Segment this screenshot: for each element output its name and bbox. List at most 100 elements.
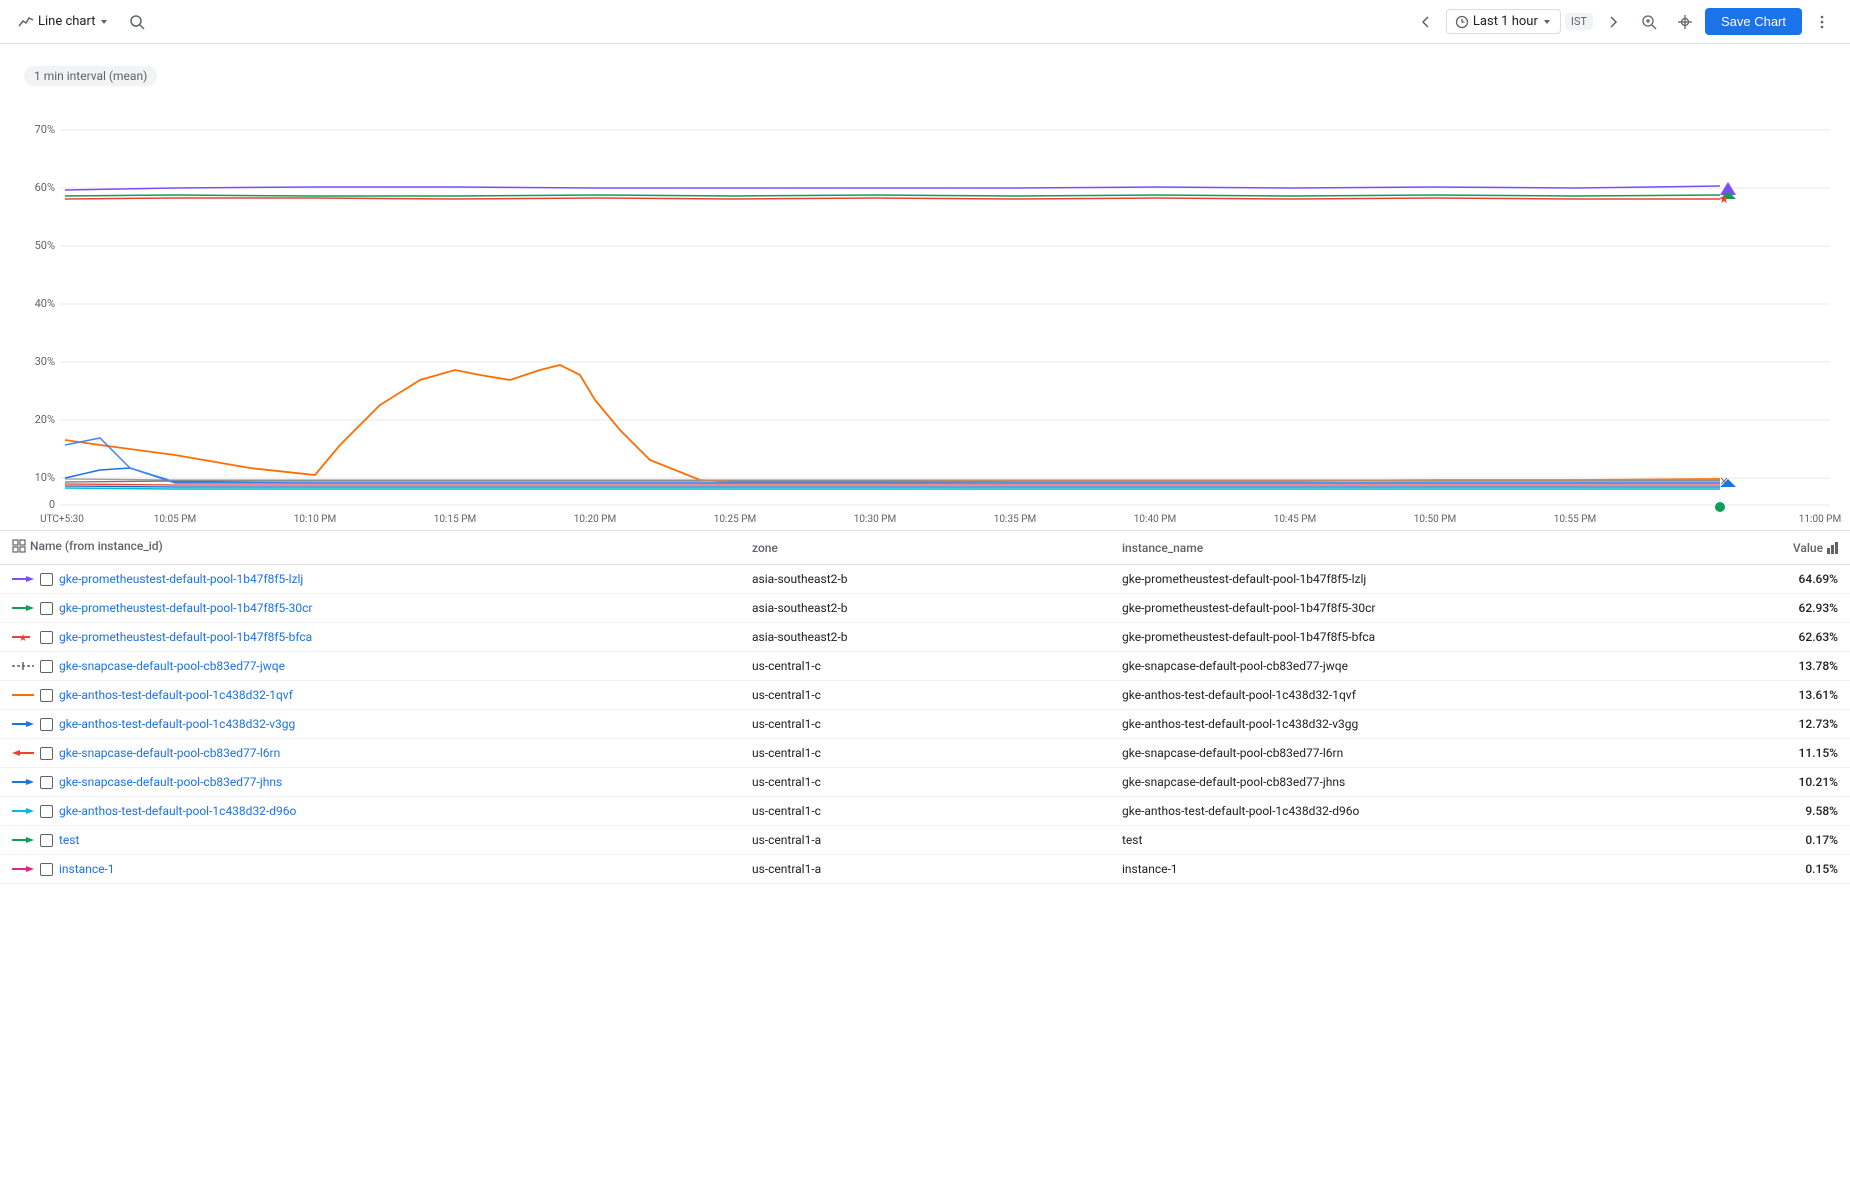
table-row: gke-prometheustest-default-pool-1b47f8f5… xyxy=(0,594,1850,623)
col-header-instance[interactable]: instance_name xyxy=(1110,531,1665,565)
value-bars-icon xyxy=(1827,542,1838,554)
col-header-value[interactable]: Value xyxy=(1665,531,1850,565)
table-row: instance-1 us-central1-a instance-1 0.15… xyxy=(0,855,1850,884)
cell-zone-2: asia-southeast2-b xyxy=(740,623,1110,652)
time-range-label: Last 1 hour xyxy=(1473,14,1538,29)
row-checkbox-9[interactable] xyxy=(40,834,53,847)
cell-name: gke-snapcase-default-pool-cb83ed77-jhns xyxy=(0,768,740,797)
cell-value-8: 9.58% xyxy=(1665,797,1850,826)
row-name-1: gke-prometheustest-default-pool-1b47f8f5… xyxy=(59,601,312,615)
svg-text:★: ★ xyxy=(1719,192,1730,206)
cell-value-4: 13.61% xyxy=(1665,681,1850,710)
chart-type-label: Line chart xyxy=(38,14,95,29)
zoom-icon xyxy=(1641,14,1657,30)
svg-text:★: ★ xyxy=(19,633,28,642)
table-row: gke-anthos-test-default-pool-1c438d32-v3… xyxy=(0,710,1850,739)
table-icon xyxy=(12,539,26,553)
cell-name: gke-snapcase-default-pool-cb83ed77-l6rn xyxy=(0,739,740,768)
col-header-zone[interactable]: zone xyxy=(740,531,1110,565)
toolbar-right: Last 1 hour IST Save Chart xyxy=(1410,6,1838,38)
row-checkbox-8[interactable] xyxy=(40,805,53,818)
row-name-7: gke-snapcase-default-pool-cb83ed77-jhns xyxy=(59,775,282,789)
search-button[interactable] xyxy=(123,8,151,36)
chevron-down-icon xyxy=(99,17,109,27)
prev-button[interactable] xyxy=(1410,6,1442,38)
row-name-10: instance-1 xyxy=(59,862,115,876)
more-options-button[interactable] xyxy=(1806,6,1838,38)
row-name-3: gke-snapcase-default-pool-cb83ed77-jwqe xyxy=(59,659,285,673)
cell-value-7: 10.21% xyxy=(1665,768,1850,797)
svg-text:0: 0 xyxy=(49,498,55,511)
next-button[interactable] xyxy=(1597,6,1629,38)
table-row: test us-central1-a test 0.17% xyxy=(0,826,1850,855)
legend-line-10 xyxy=(12,864,34,874)
table-row: gke-snapcase-default-pool-cb83ed77-l6rn … xyxy=(0,739,1850,768)
svg-text:10%: 10% xyxy=(35,471,55,484)
cell-zone-9: us-central1-a xyxy=(740,826,1110,855)
svg-text:10:25 PM: 10:25 PM xyxy=(714,514,756,525)
table-row: ★ gke-prometheustest-default-pool-1b47f8… xyxy=(0,623,1850,652)
crosshair-icon xyxy=(1677,14,1693,30)
cell-instance-8: gke-anthos-test-default-pool-1c438d32-d9… xyxy=(1110,797,1665,826)
more-vert-icon xyxy=(1814,14,1830,30)
legend-line-3 xyxy=(12,661,34,671)
legend-line-8 xyxy=(12,806,34,816)
row-checkbox-1[interactable] xyxy=(40,602,53,615)
cell-zone-10: us-central1-a xyxy=(740,855,1110,884)
cell-name: test xyxy=(0,826,740,855)
cell-name: gke-anthos-test-default-pool-1c438d32-v3… xyxy=(0,710,740,739)
col-instance-label: instance_name xyxy=(1122,541,1203,555)
cell-name: gke-anthos-test-default-pool-1c438d32-d9… xyxy=(0,797,740,826)
svg-text:10:40 PM: 10:40 PM xyxy=(1134,514,1176,525)
svg-text:10:50 PM: 10:50 PM xyxy=(1414,514,1456,525)
svg-text:UTC+5:30: UTC+5:30 xyxy=(40,514,84,525)
cell-name: gke-prometheustest-default-pool-1b47f8f5… xyxy=(0,565,740,594)
cell-name: instance-1 xyxy=(0,855,740,884)
legend-line-6 xyxy=(12,748,34,758)
crosshair-button[interactable] xyxy=(1669,6,1701,38)
svg-text:10:15 PM: 10:15 PM xyxy=(434,514,476,525)
cell-instance-5: gke-anthos-test-default-pool-1c438d32-v3… xyxy=(1110,710,1665,739)
row-checkbox-0[interactable] xyxy=(40,573,53,586)
cell-name: ★ gke-prometheustest-default-pool-1b47f8… xyxy=(0,623,740,652)
col-header-name[interactable]: Name (from instance_id) xyxy=(0,531,740,565)
cell-name: gke-prometheustest-default-pool-1b47f8f5… xyxy=(0,594,740,623)
cell-instance-4: gke-anthos-test-default-pool-1c438d32-1q… xyxy=(1110,681,1665,710)
clock-icon xyxy=(1455,15,1469,29)
interval-badge-wrapper: 1 min interval (mean) xyxy=(0,52,1850,100)
cell-zone-8: us-central1-c xyxy=(740,797,1110,826)
legend-line-1 xyxy=(12,603,34,613)
svg-text:10:10 PM: 10:10 PM xyxy=(294,514,336,525)
chart-area[interactable]: 70% 60% 50% 40% 30% 20% 10% 0 UTC+5:30 1… xyxy=(0,100,1850,530)
cell-instance-9: test xyxy=(1110,826,1665,855)
row-name-8: gke-anthos-test-default-pool-1c438d32-d9… xyxy=(59,804,296,818)
cell-zone-0: asia-southeast2-b xyxy=(740,565,1110,594)
zoom-button[interactable] xyxy=(1633,6,1665,38)
row-checkbox-5[interactable] xyxy=(40,718,53,731)
legend-line-5 xyxy=(12,719,34,729)
cell-zone-5: us-central1-c xyxy=(740,710,1110,739)
metrics-table: Name (from instance_id) zone instance_na… xyxy=(0,531,1850,884)
row-checkbox-10[interactable] xyxy=(40,863,53,876)
row-checkbox-7[interactable] xyxy=(40,776,53,789)
cell-value-3: 13.78% xyxy=(1665,652,1850,681)
cell-value-9: 0.17% xyxy=(1665,826,1850,855)
chevron-left-icon xyxy=(1419,15,1433,29)
legend-line-7 xyxy=(12,777,34,787)
cell-instance-1: gke-prometheustest-default-pool-1b47f8f5… xyxy=(1110,594,1665,623)
save-chart-button[interactable]: Save Chart xyxy=(1705,8,1802,35)
row-checkbox-2[interactable] xyxy=(40,631,53,644)
row-checkbox-4[interactable] xyxy=(40,689,53,702)
svg-text:40%: 40% xyxy=(35,297,55,310)
time-range-selector[interactable]: Last 1 hour xyxy=(1446,9,1561,34)
toolbar: Line chart Last 1 hour IST Save Cha xyxy=(0,0,1850,44)
table-container: Name (from instance_id) zone instance_na… xyxy=(0,530,1850,884)
cell-instance-2: gke-prometheustest-default-pool-1b47f8f5… xyxy=(1110,623,1665,652)
chart-type-selector[interactable]: Line chart xyxy=(12,10,115,34)
cell-zone-7: us-central1-c xyxy=(740,768,1110,797)
table-row: gke-anthos-test-default-pool-1c438d32-1q… xyxy=(0,681,1850,710)
svg-text:20%: 20% xyxy=(35,413,55,426)
chevron-right-icon xyxy=(1606,15,1620,29)
row-checkbox-6[interactable] xyxy=(40,747,53,760)
row-checkbox-3[interactable] xyxy=(40,660,53,673)
